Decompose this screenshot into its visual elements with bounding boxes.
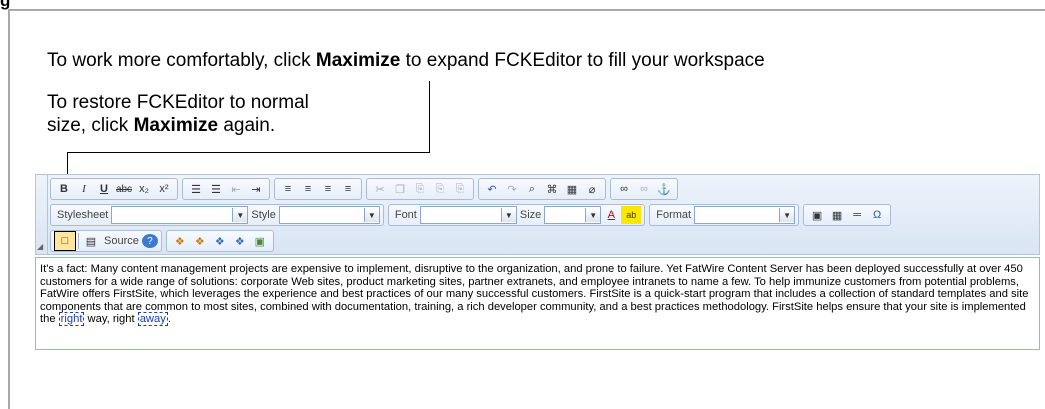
chevron-down-icon: ▼ (232, 208, 248, 222)
toolbar-row-3: □ ▤ Source ? ❖ ❖ ❖ ❖ ▣ (50, 230, 274, 252)
callout-leader (429, 81, 430, 152)
remove-format-icon[interactable]: ⌀ (582, 180, 602, 198)
table-icon[interactable]: ▦ (827, 206, 847, 224)
align-right-icon[interactable]: ≡ (318, 180, 338, 198)
restore-callout: To restore FCKEditor to normal size, cli… (47, 92, 309, 136)
source-button[interactable]: Source (101, 235, 142, 247)
subscript-button[interactable]: x₂ (134, 180, 154, 198)
align-left-icon[interactable]: ≡ (278, 180, 298, 198)
include-icon[interactable]: ❖ (210, 232, 230, 250)
editor-toolbar: ◢ B I U abc x₂ x² ☰ ☰ ⇤ ⇥ ≡ ≡ ≡ ≡ ✂ ❐ ⎘ … (35, 174, 1040, 255)
image-icon[interactable]: ▣ (807, 206, 827, 224)
horizontal-rule-icon[interactable]: ═ (847, 206, 867, 224)
insert-group: ▣ ▦ ═ Ω (803, 204, 892, 226)
toolbar-collapse-handle[interactable]: ◢ (36, 175, 48, 254)
size-label: Size (519, 209, 542, 221)
superscript-button[interactable]: x² (154, 180, 174, 198)
chevron-down-icon: ▼ (779, 208, 795, 222)
list-group: ☰ ☰ ⇤ ⇥ (182, 178, 270, 200)
style-select[interactable]: ▼ (278, 206, 380, 224)
paste-text-icon[interactable]: ⎘ (430, 180, 450, 198)
bold-button[interactable]: B (54, 180, 74, 198)
toolbar-separator (78, 233, 79, 249)
align-center-icon[interactable]: ≡ (298, 180, 318, 198)
undo-icon[interactable]: ↶ (482, 180, 502, 198)
callout-leader (67, 152, 430, 153)
copy-icon[interactable]: ❐ (390, 180, 410, 198)
maximize-button[interactable]: □ (54, 231, 76, 251)
link-right[interactable]: right (58, 312, 85, 327)
source-icon: ▤ (85, 235, 97, 248)
link-group: ∞ ∞ ⚓ (610, 178, 678, 200)
underline-button[interactable]: U (94, 180, 114, 198)
unlink-icon[interactable]: ∞ (634, 180, 654, 198)
fckeditor: ◢ B I U abc x₂ x² ☰ ☰ ⇤ ⇥ ≡ ≡ ≡ ≡ ✂ ❐ ⎘ … (35, 174, 1040, 350)
align-group: ≡ ≡ ≡ ≡ (274, 178, 362, 200)
asset-icon[interactable]: ❖ (170, 232, 190, 250)
stylesheet-label: Stylesheet (57, 209, 109, 221)
maximize-callout: To work more comfortably, click Maximize… (47, 50, 765, 71)
stylesheet-select[interactable]: ▼ (111, 206, 249, 224)
editor-content-area[interactable]: It's a fact: Many content management pro… (35, 257, 1040, 350)
insert-image-icon[interactable]: ▣ (250, 232, 270, 250)
font-label: Font (394, 209, 417, 221)
strikethrough-button[interactable]: abc (114, 180, 134, 198)
clipboard-group: ✂ ❐ ⎘ ⎘ ⎘ (366, 178, 474, 200)
edit-group: ↶ ↷ ⌕ ⌘ ▦ ⌀ (478, 178, 606, 200)
italic-button[interactable]: I (74, 180, 94, 198)
format-label: Format (656, 209, 692, 221)
format-select[interactable]: ▼ (694, 206, 796, 224)
size-select[interactable]: ▼ (544, 206, 602, 224)
cut-icon[interactable]: ✂ (370, 180, 390, 198)
format-group: B I U abc x₂ x² (50, 178, 178, 200)
extra-group: ❖ ❖ ❖ ❖ ▣ (165, 230, 274, 252)
justify-icon[interactable]: ≡ (338, 180, 358, 198)
link-icon[interactable]: ∞ (614, 180, 634, 198)
asset-link-icon[interactable]: ❖ (190, 232, 210, 250)
toolbar-row-1: B I U abc x₂ x² ☰ ☰ ⇤ ⇥ ≡ ≡ ≡ ≡ ✂ ❐ ⎘ ⎘ … (50, 178, 678, 200)
text-color-icon[interactable]: A (601, 206, 621, 224)
special-char-icon[interactable]: Ω (867, 206, 887, 224)
chevron-down-icon: ▼ (363, 208, 379, 222)
select-all-icon[interactable]: ▦ (562, 180, 582, 198)
insert-asset-icon[interactable]: ❖ (230, 232, 250, 250)
font-select[interactable]: ▼ (419, 206, 517, 224)
link-away[interactable]: away (137, 312, 168, 327)
indent-icon[interactable]: ⇥ (246, 180, 266, 198)
collapse-icon: ◢ (37, 242, 44, 251)
paste-word-icon[interactable]: ⎘ (450, 180, 470, 198)
toolbar-row-2: Stylesheet ▼ Style ▼ Font ▼ Size ▼ A ab … (50, 204, 892, 226)
chevron-down-icon: ▼ (500, 208, 516, 222)
unordered-list-icon[interactable]: ☰ (206, 180, 226, 198)
replace-icon[interactable]: ⌘ (542, 180, 562, 198)
anchor-icon[interactable]: ⚓ (654, 180, 674, 198)
paste-icon[interactable]: ⎘ (410, 180, 430, 198)
style-group: Stylesheet ▼ Style ▼ (50, 204, 384, 226)
help-icon[interactable]: ? (141, 234, 158, 248)
chevron-down-icon: ▼ (585, 208, 601, 222)
style-label: Style (251, 209, 276, 221)
format-select-group: Format ▼ (649, 204, 800, 226)
bg-color-icon[interactable]: ab (621, 206, 642, 224)
find-icon[interactable]: ⌕ (522, 180, 542, 198)
outdent-icon[interactable]: ⇤ (226, 180, 246, 198)
font-group: Font ▼ Size ▼ A ab (387, 204, 646, 226)
redo-icon[interactable]: ↷ (502, 180, 522, 198)
document-group: □ ▤ Source ? (50, 230, 162, 252)
ordered-list-icon[interactable]: ☰ (186, 180, 206, 198)
